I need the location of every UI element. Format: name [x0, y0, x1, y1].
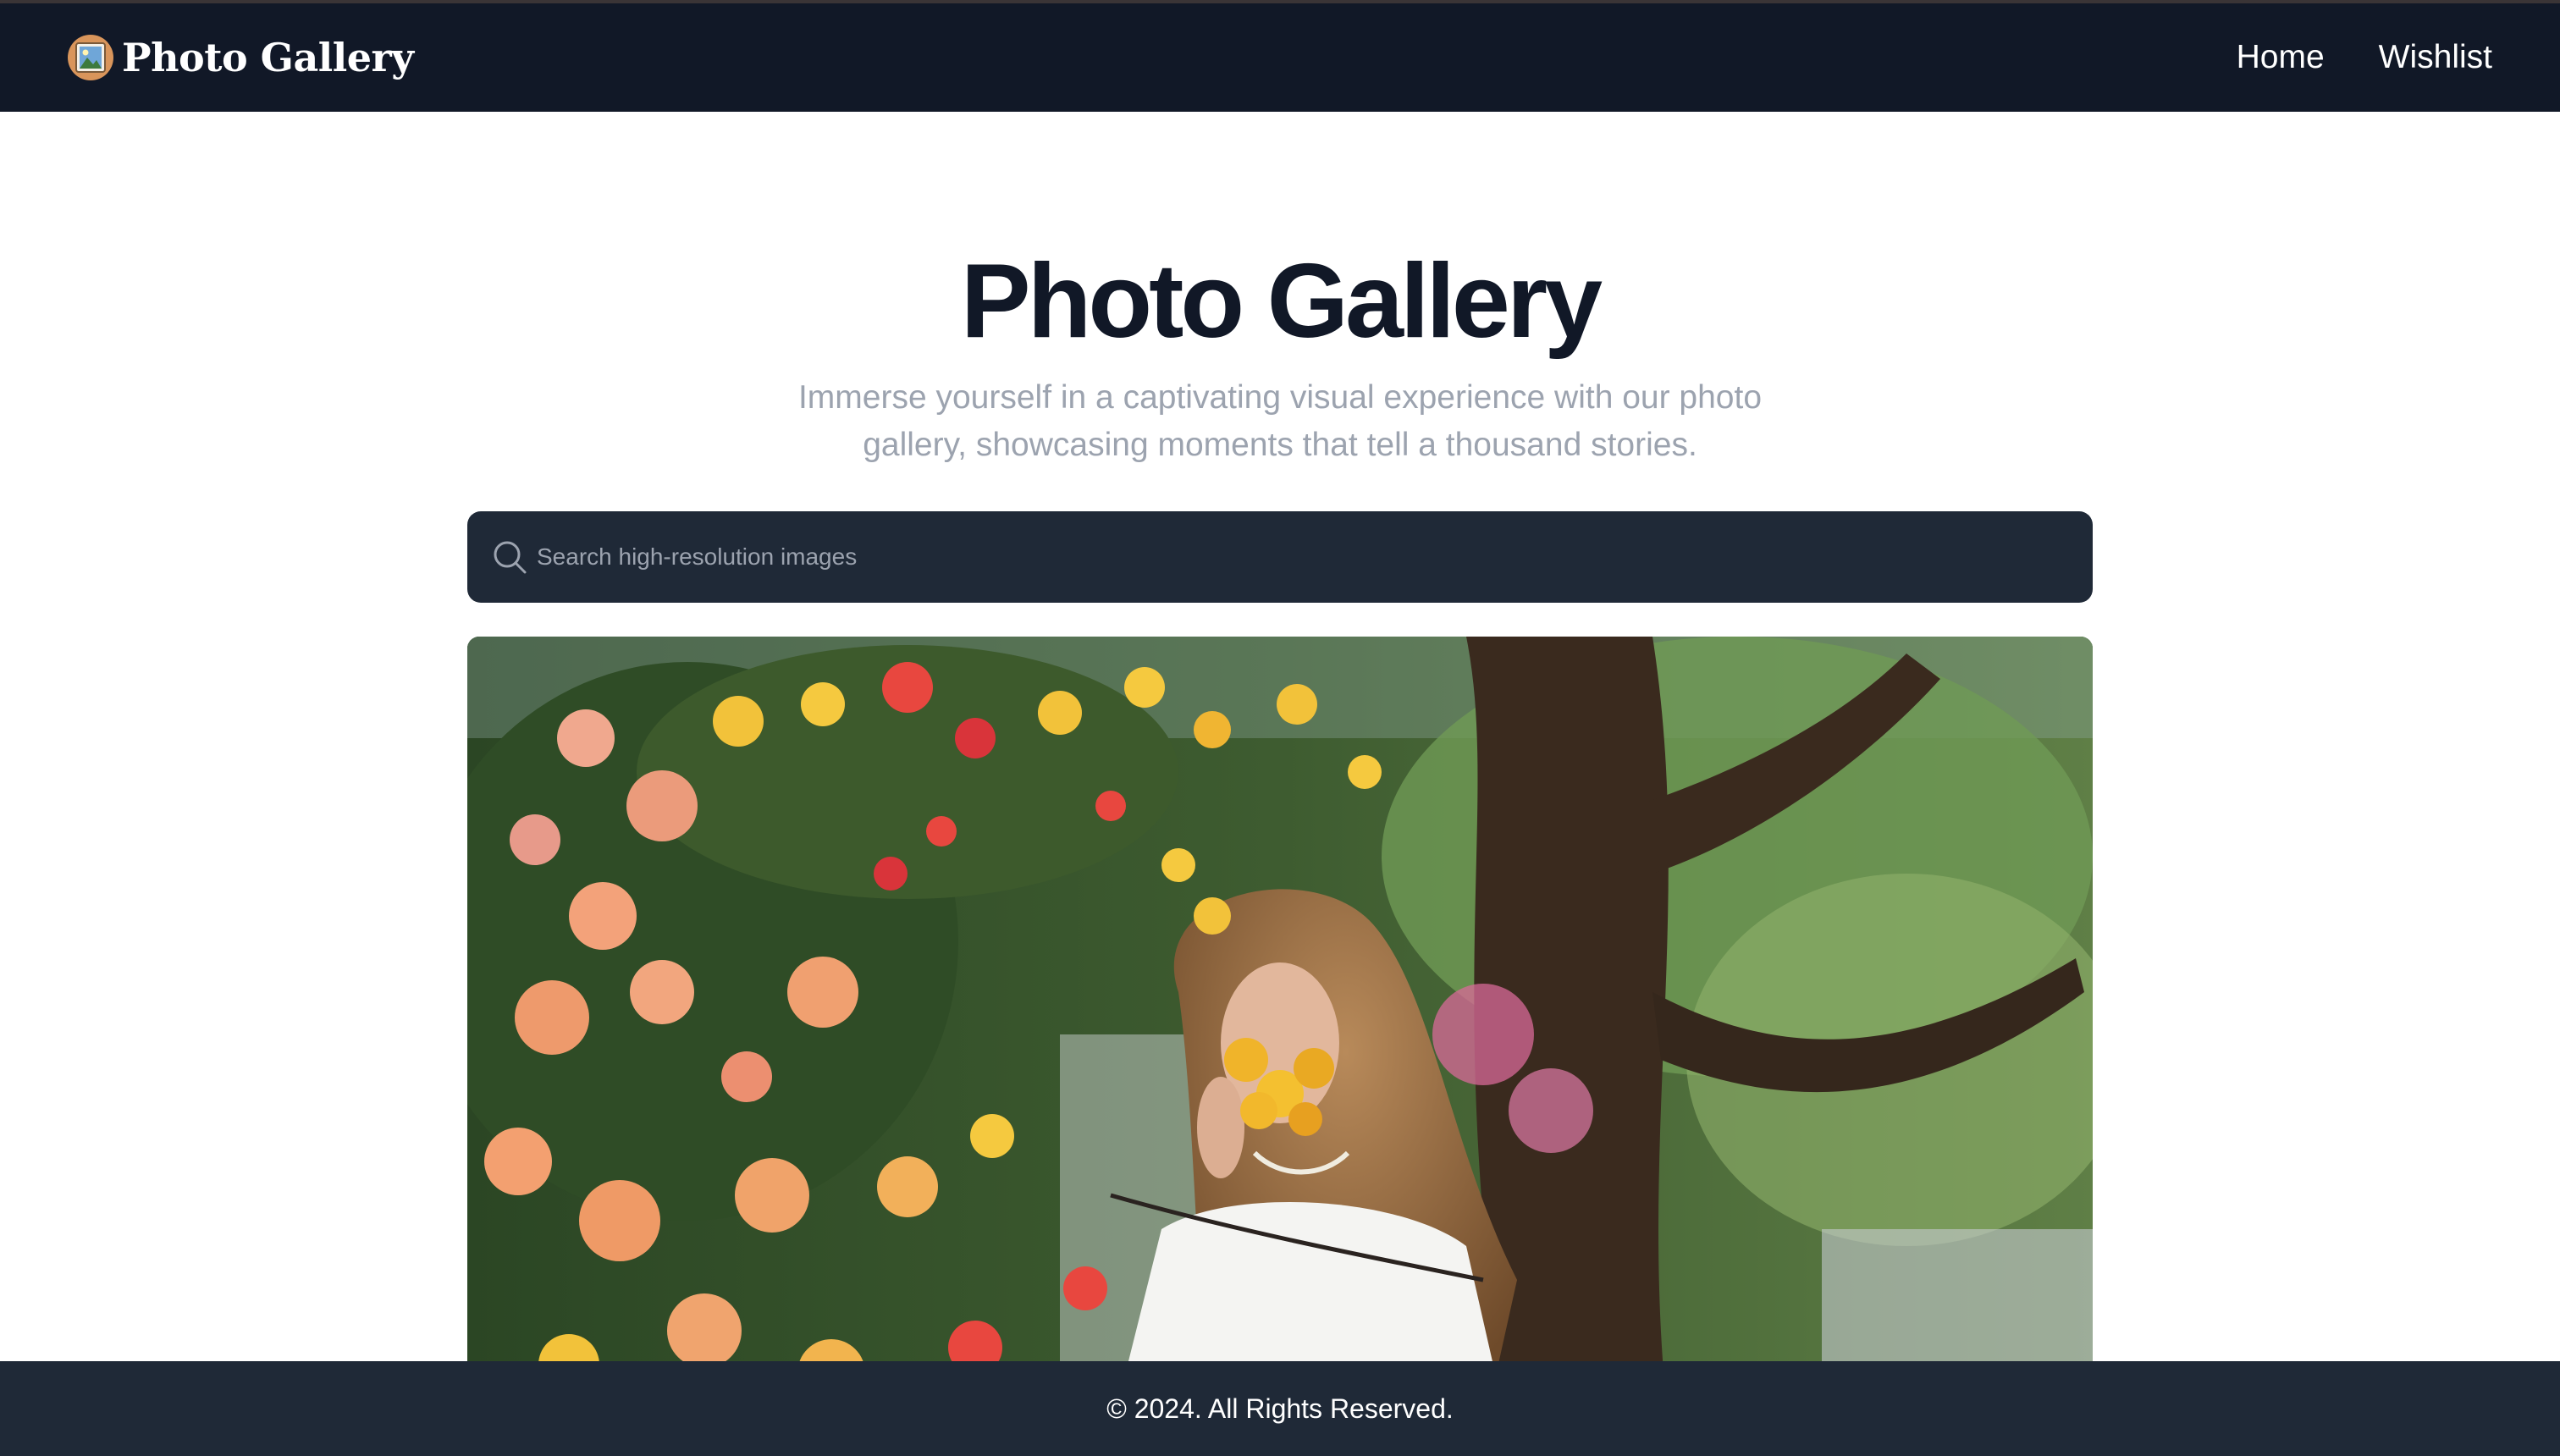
subtitle-line-2: gallery, showcasing moments that tell a … — [863, 427, 1697, 463]
copyright-text: © 2024. All Rights Reserved. — [1106, 1393, 1454, 1424]
brand-logo-link[interactable]: Photo Gallery — [68, 35, 414, 80]
search-bar[interactable] — [467, 511, 2093, 603]
page-title: Photo Gallery — [960, 243, 1603, 360]
brand-name: Photo Gallery — [122, 35, 414, 80]
framed-picture-icon — [68, 35, 113, 80]
main-nav: Home Wishlist — [2237, 39, 2492, 76]
nav-link-wishlist[interactable]: Wishlist — [2379, 39, 2492, 76]
page-subtitle: Immerse yourself in a captivating visual… — [772, 374, 1788, 469]
subtitle-line-1: Immerse yourself in a captivating visual… — [797, 379, 1763, 416]
footer: © 2024. All Rights Reserved. — [0, 1361, 2560, 1456]
woman-with-flowers-photo[interactable] — [467, 637, 2093, 1432]
search-icon — [491, 538, 528, 576]
nav-link-home[interactable]: Home — [2237, 39, 2325, 76]
photo-illustration — [467, 637, 2093, 1432]
search-input[interactable] — [537, 511, 2093, 603]
top-navbar: Photo Gallery Home Wishlist — [0, 0, 2560, 112]
